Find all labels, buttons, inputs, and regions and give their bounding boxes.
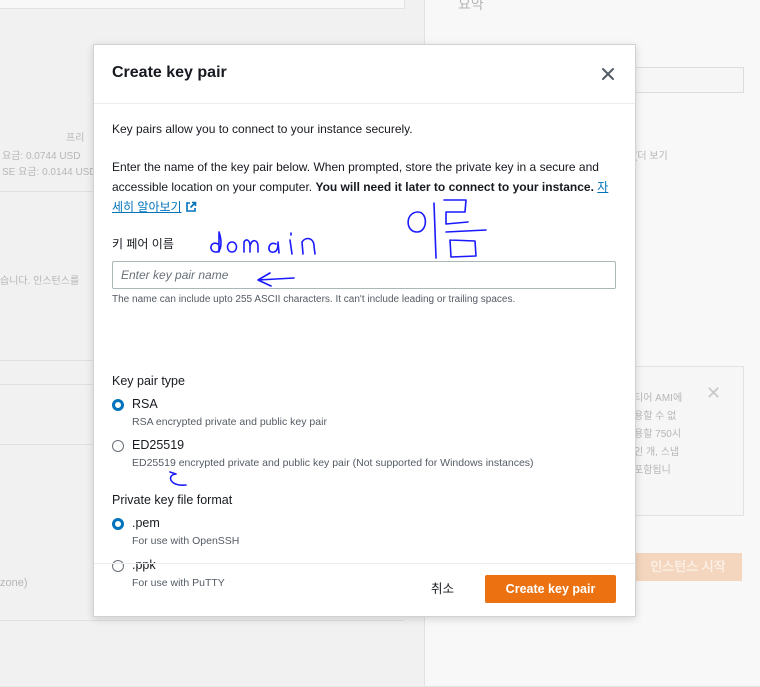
dialog-footer: 취소 Create key pair bbox=[94, 563, 635, 616]
divider bbox=[0, 191, 93, 192]
description-text: Enter the name of the key pair below. Wh… bbox=[112, 157, 617, 217]
background-text: 요금: 0.0744 USD bbox=[2, 151, 81, 162]
close-icon bbox=[602, 68, 614, 80]
background-text: SE 요금: 0.0144 USD bbox=[2, 167, 97, 178]
key-pair-type-label: Key pair type bbox=[112, 374, 185, 388]
file-format-label: Private key file format bbox=[112, 493, 233, 507]
divider bbox=[0, 444, 93, 445]
radio-title: ED25519 bbox=[132, 438, 185, 452]
background-text: 용할 수 없 bbox=[634, 411, 677, 422]
background-text: 프리 bbox=[66, 133, 85, 144]
radio-rsa[interactable]: RSA RSA encrypted private and public key… bbox=[112, 396, 617, 430]
summary-title: 요약 bbox=[458, 0, 484, 12]
background-text: 용할 750시 bbox=[634, 429, 682, 440]
create-key-pair-button[interactable]: Create key pair bbox=[485, 575, 616, 603]
launch-instance-button: 인스턴스 시작 bbox=[634, 553, 742, 581]
radio-description: For use with OpenSSH bbox=[132, 535, 240, 547]
dialog-header: Create key pair bbox=[94, 45, 635, 104]
close-button[interactable] bbox=[597, 63, 619, 85]
radio-description: ED25519 encrypted private and public key… bbox=[132, 457, 534, 469]
key-pair-name-label: 키 페어 이름 bbox=[112, 237, 174, 251]
divider bbox=[0, 620, 404, 621]
radio-button-selected[interactable] bbox=[112, 399, 124, 411]
divider bbox=[0, 384, 93, 385]
dialog-title: Create key pair bbox=[112, 64, 227, 81]
cancel-button[interactable]: 취소 bbox=[431, 578, 454, 597]
radio-ed25519[interactable]: ED25519 ED25519 encrypted private and pu… bbox=[112, 437, 617, 471]
background-text: (더 보기 bbox=[634, 151, 668, 162]
key-pair-name-input[interactable] bbox=[112, 261, 616, 289]
radio-description: RSA encrypted private and public key pai… bbox=[132, 416, 327, 428]
background-text: 인 개, 스냅 bbox=[634, 447, 680, 458]
radio-button[interactable] bbox=[112, 440, 124, 452]
background-text: 티어 AMI에 bbox=[634, 393, 683, 404]
background-text: 습니다. 인스턴스를 bbox=[0, 276, 80, 287]
background-input bbox=[634, 67, 744, 93]
description-bold: You will need it later to connect to you… bbox=[315, 180, 594, 194]
external-link-icon bbox=[185, 201, 196, 212]
close-icon: ✕ bbox=[706, 383, 722, 403]
background-text: zone) bbox=[0, 577, 28, 589]
radio-pem[interactable]: .pem For use with OpenSSH bbox=[112, 515, 617, 549]
radio-title: RSA bbox=[132, 397, 158, 411]
background-panel bbox=[0, 0, 405, 9]
radio-title: .pem bbox=[132, 516, 160, 530]
background-text: 포함됩니 bbox=[634, 465, 671, 476]
radio-button-selected[interactable] bbox=[112, 518, 124, 530]
create-key-pair-dialog: Create key pair Key pairs allow you to c… bbox=[93, 44, 636, 617]
name-hint: The name can include upto 255 ASCII char… bbox=[112, 294, 516, 305]
divider bbox=[0, 360, 93, 361]
intro-text: Key pairs allow you to connect to your i… bbox=[112, 122, 413, 136]
